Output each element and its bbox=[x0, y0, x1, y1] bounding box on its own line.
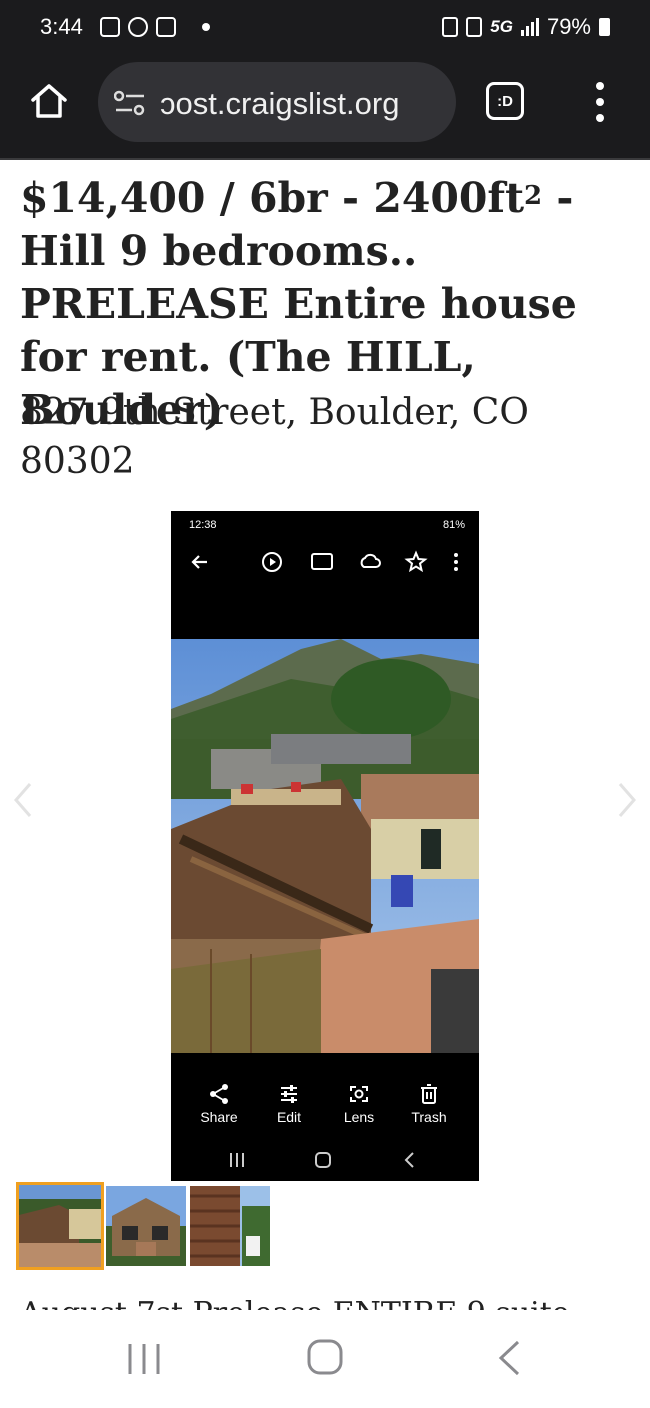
home-nav-icon[interactable] bbox=[306, 1338, 344, 1376]
back-icon[interactable] bbox=[496, 1340, 522, 1376]
thumbnail-2-image bbox=[106, 1186, 186, 1266]
cloud-upload-icon bbox=[360, 553, 381, 568]
notification-dot bbox=[202, 23, 210, 31]
lens-icon bbox=[350, 1086, 368, 1102]
cast-icon bbox=[311, 553, 333, 570]
home-icon[interactable] bbox=[28, 80, 70, 122]
action-edit: Edit bbox=[259, 1083, 319, 1125]
chrome-icon bbox=[128, 17, 148, 37]
play-icon bbox=[262, 552, 282, 572]
thumbnail-3-image bbox=[190, 1186, 270, 1266]
action-lens-label: Lens bbox=[343, 1109, 375, 1125]
more-vert-icon[interactable] bbox=[590, 82, 610, 122]
inner-battery: 81% bbox=[442, 519, 465, 531]
inner-toolbar bbox=[171, 549, 479, 579]
network-type: 5G bbox=[490, 17, 513, 36]
signal-icon bbox=[520, 18, 539, 36]
share-icon bbox=[210, 1084, 228, 1104]
url-text[interactable]: ɔost.craigslist.org bbox=[160, 86, 399, 122]
posting-body-partial: August 7st Prelease ENTIRE 9 suite bbox=[20, 1296, 640, 1310]
site-settings-icon[interactable] bbox=[114, 90, 146, 116]
star-icon bbox=[404, 550, 428, 573]
toolbar-divider bbox=[0, 158, 650, 160]
battery-icon bbox=[599, 18, 610, 36]
thumbnail-2[interactable] bbox=[106, 1186, 186, 1266]
address-bar[interactable]: ɔost.craigslist.org bbox=[98, 62, 456, 142]
action-edit-label: Edit bbox=[276, 1109, 302, 1125]
chevron-left-icon[interactable] bbox=[10, 780, 36, 820]
status-icons-left bbox=[100, 17, 210, 37]
house-deck-photo bbox=[171, 639, 479, 1053]
action-trash: Trash bbox=[399, 1083, 459, 1125]
calendar-icon bbox=[156, 17, 176, 37]
status-bar: 3:44 5G 79% bbox=[0, 0, 650, 56]
status-time: 3:44 bbox=[40, 14, 83, 39]
action-lens: Lens bbox=[329, 1083, 389, 1125]
action-share-label: Share bbox=[200, 1109, 238, 1125]
title-main: $14,400 / 6br - 2400ft bbox=[20, 174, 525, 222]
back-arrow-icon bbox=[191, 555, 207, 569]
inner-actions: Share Edit Lens Trash bbox=[171, 1083, 479, 1143]
posting-address: 827 9th Street, Boulder, CO 80302 bbox=[20, 392, 529, 482]
battery-percent: 79% bbox=[546, 14, 591, 39]
edit-sliders-icon bbox=[281, 1085, 297, 1103]
more-vert-icon bbox=[454, 553, 458, 571]
title-superscript: 2 bbox=[524, 181, 543, 211]
thumbnail-1[interactable] bbox=[16, 1182, 104, 1270]
inner-nav-bar bbox=[230, 1152, 414, 1168]
action-share: Share bbox=[189, 1083, 249, 1125]
main-gallery-image[interactable]: 12:38 81% Share Edit Lens Trash bbox=[171, 511, 479, 1181]
action-trash-label: Trash bbox=[411, 1109, 447, 1125]
nfc-icon bbox=[466, 17, 483, 37]
recents-icon[interactable] bbox=[126, 1342, 162, 1376]
inner-time: 12:38 bbox=[189, 519, 217, 531]
inner-status-bar: 12:38 81% bbox=[171, 511, 479, 541]
trash-icon bbox=[421, 1084, 437, 1104]
status-icons-right: 5G 79% bbox=[442, 14, 610, 40]
browser-toolbar: ɔost.craigslist.org :D bbox=[0, 56, 650, 160]
thumbnail-3[interactable] bbox=[190, 1186, 270, 1266]
posting-body-text: August 7st Prelease ENTIRE 9 suite bbox=[20, 1296, 640, 1310]
thumbnail-1-image bbox=[19, 1185, 101, 1267]
tab-switcher-icon[interactable]: :D bbox=[486, 82, 524, 120]
chevron-right-icon[interactable] bbox=[614, 780, 640, 820]
system-nav-bar bbox=[0, 1310, 650, 1408]
gallery-icon bbox=[100, 17, 120, 37]
battery-saver-icon bbox=[442, 17, 459, 37]
